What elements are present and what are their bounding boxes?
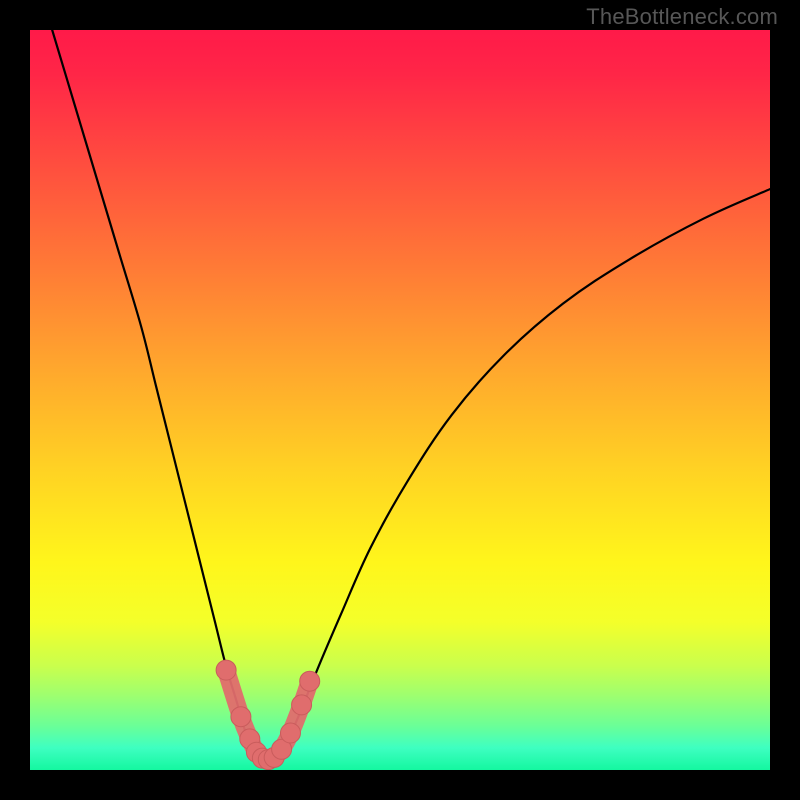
plot-area [30, 30, 770, 770]
marker-dot [216, 660, 236, 680]
marker-dot [300, 671, 320, 691]
marker-dot [292, 695, 312, 715]
chart-frame: TheBottleneck.com [0, 0, 800, 800]
curve-layer [30, 30, 770, 770]
watermark-text: TheBottleneck.com [586, 4, 778, 30]
marker-dot [231, 707, 251, 727]
marker-dot [280, 723, 300, 743]
marker-dots [216, 660, 320, 770]
bottleneck-curve [52, 30, 770, 760]
